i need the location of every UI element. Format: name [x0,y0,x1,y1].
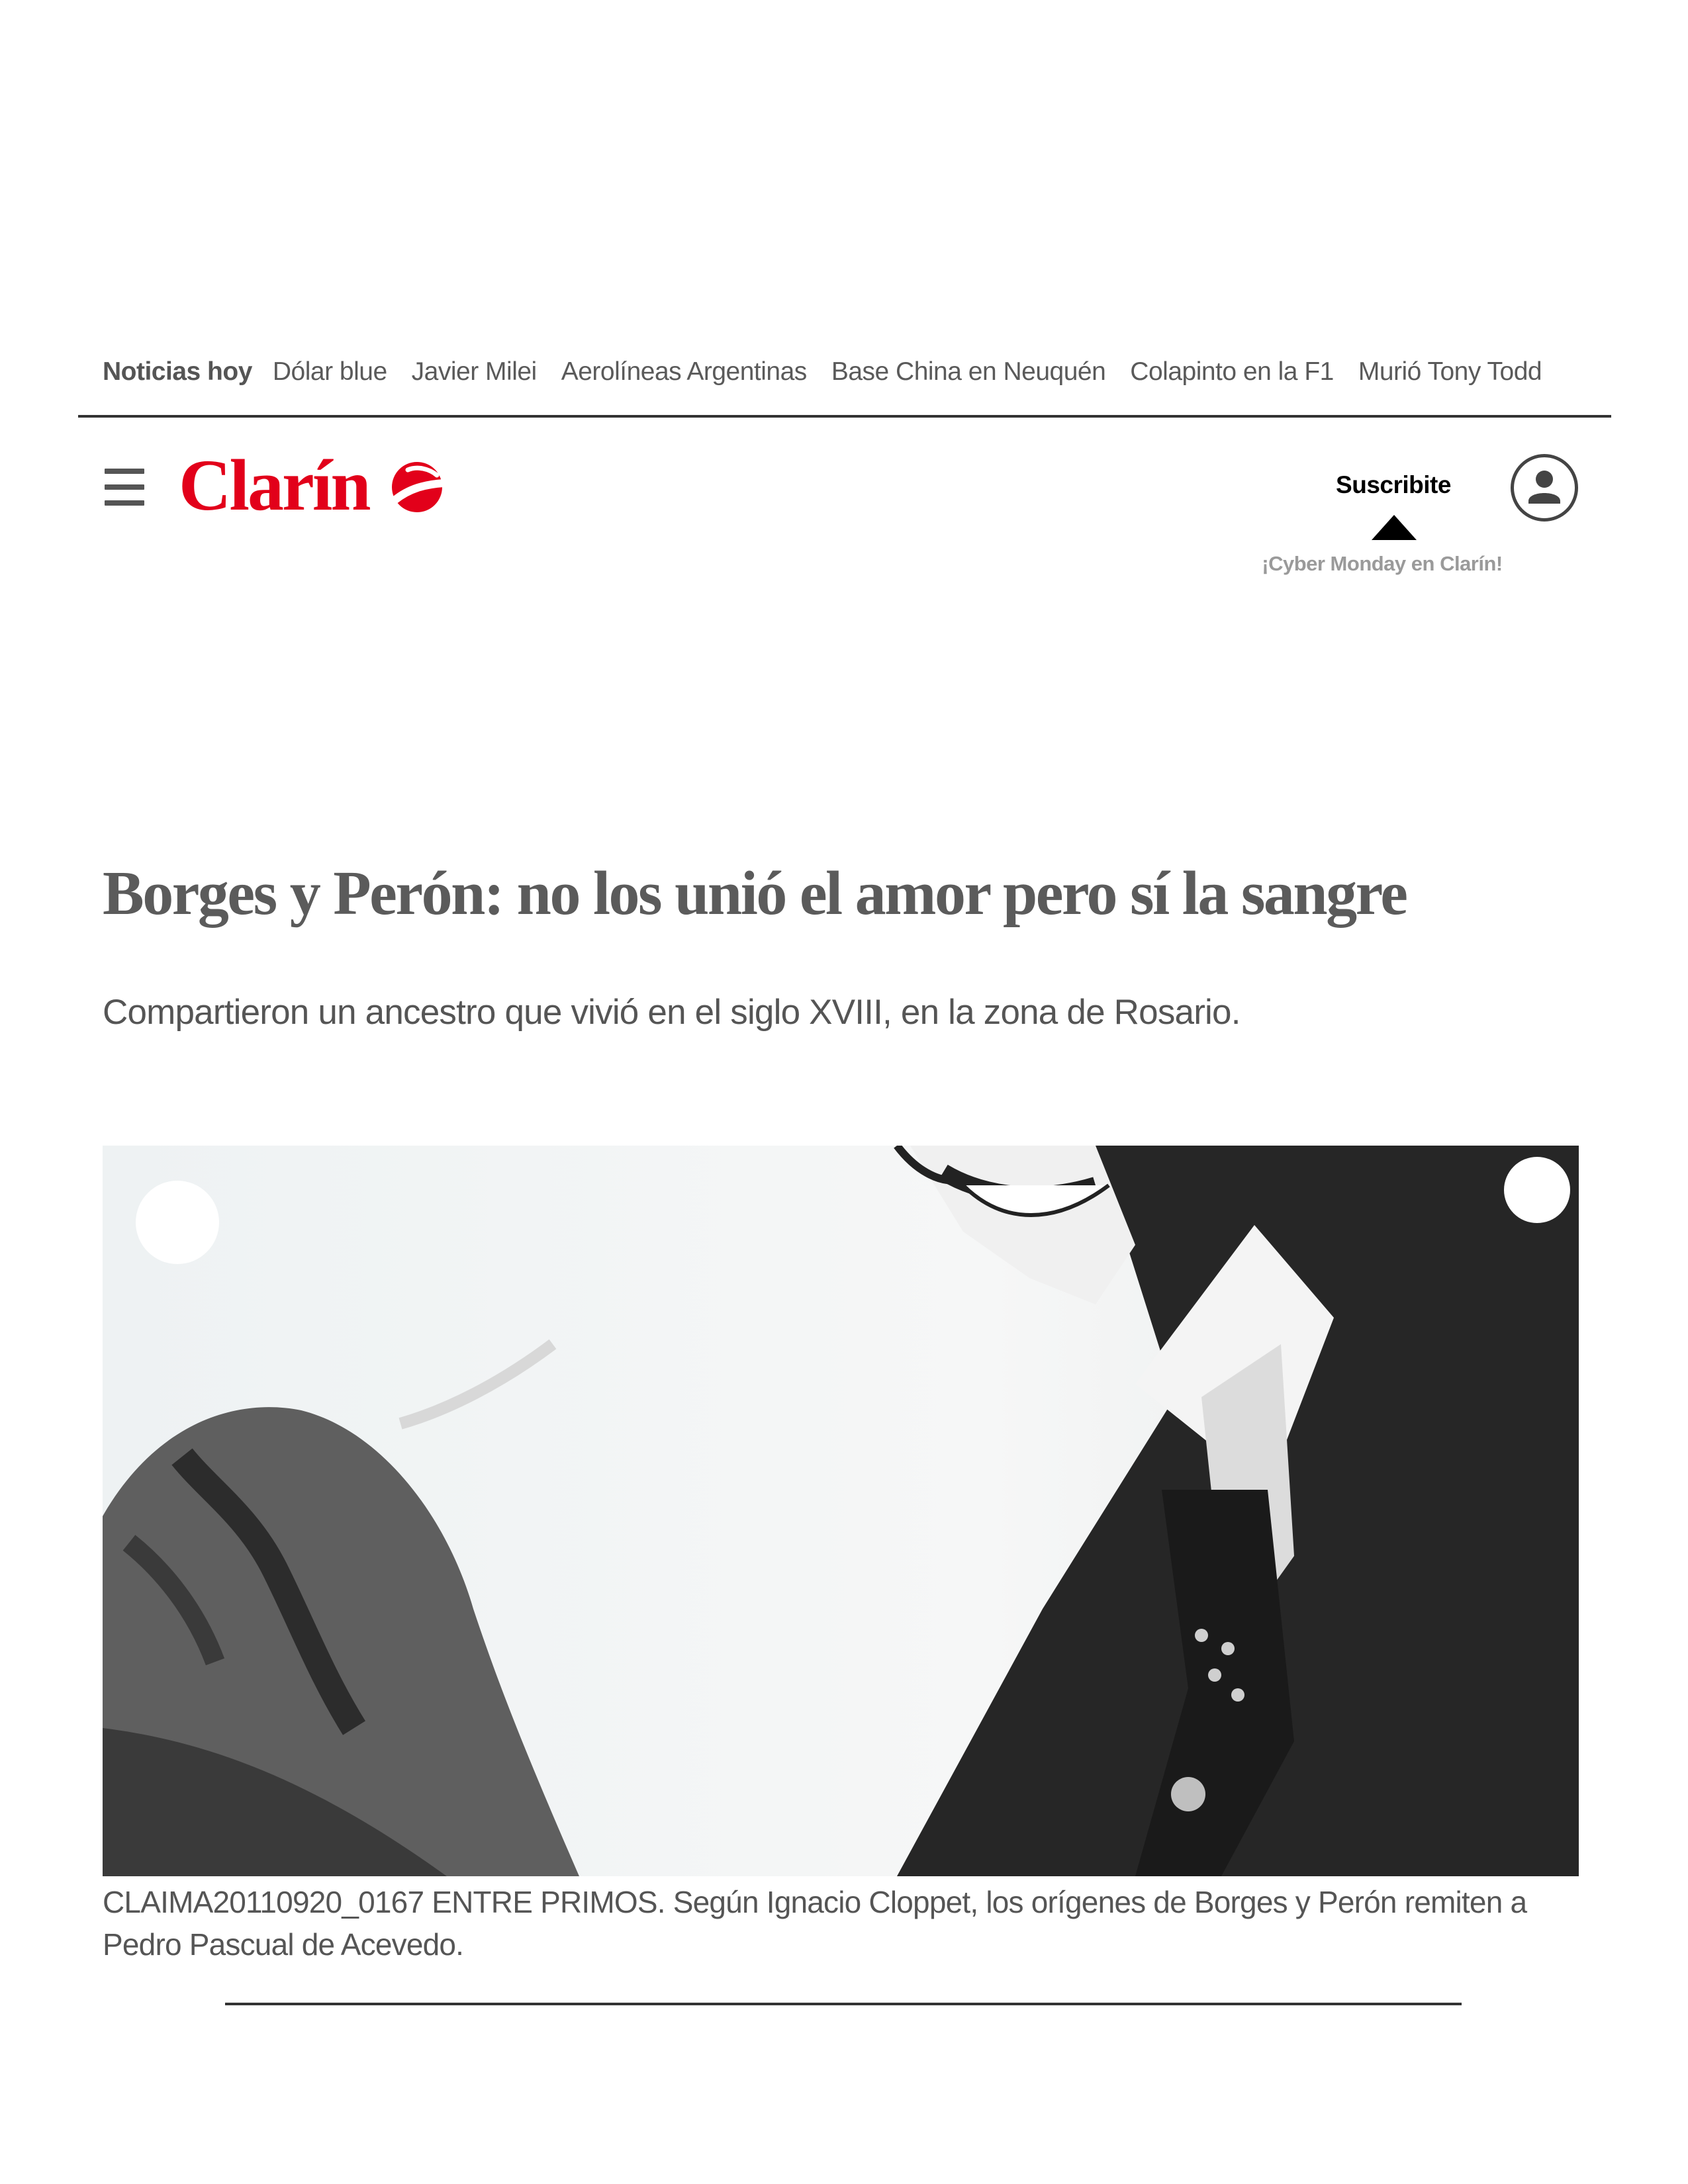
logo-wordmark: Clarín [179,449,370,525]
trending-bar: Noticias hoy Dólar blue Javier Milei Aer… [103,352,1542,392]
article-headline: Borges y Perón: no los unió el amor pero… [103,859,1408,928]
trending-link-dolar-blue[interactable]: Dólar blue [273,357,387,387]
trending-link-aerolineas[interactable]: Aerolíneas Argentinas [561,357,808,387]
hamburger-menu-icon[interactable] [105,469,144,506]
photo-expand-button[interactable] [136,1181,219,1264]
article-photo [103,1146,1579,1876]
trending-link-javier-milei[interactable]: Javier Milei [412,357,538,387]
photo-caption: CLAIMA20110920_0167 ENTRE PRIMOS. Según … [103,1885,1527,1962]
clarin-logo[interactable]: Clarín [179,445,450,528]
photo-share-button[interactable] [1504,1157,1570,1223]
article-divider [225,2003,1462,2005]
article-subhead: Compartieron un ancestro que vivió en el… [103,993,1241,1032]
trending-link-base-china[interactable]: Base China en Neuquén [831,357,1106,387]
trending-link-tony-todd[interactable]: Murió Tony Todd [1358,357,1542,387]
trending-label: Noticias hoy [103,357,252,386]
logo-emblem [391,462,447,512]
trending-link-colapinto[interactable]: Colapinto en la F1 [1130,357,1334,387]
user-account-icon[interactable] [1511,454,1578,522]
promo-text[interactable]: ¡Cyber Monday en Clarín! [1243,552,1521,576]
trending-divider [78,415,1611,418]
subscribe-button[interactable]: Suscribite [1317,471,1470,499]
promo-arrow-icon [1372,515,1417,540]
